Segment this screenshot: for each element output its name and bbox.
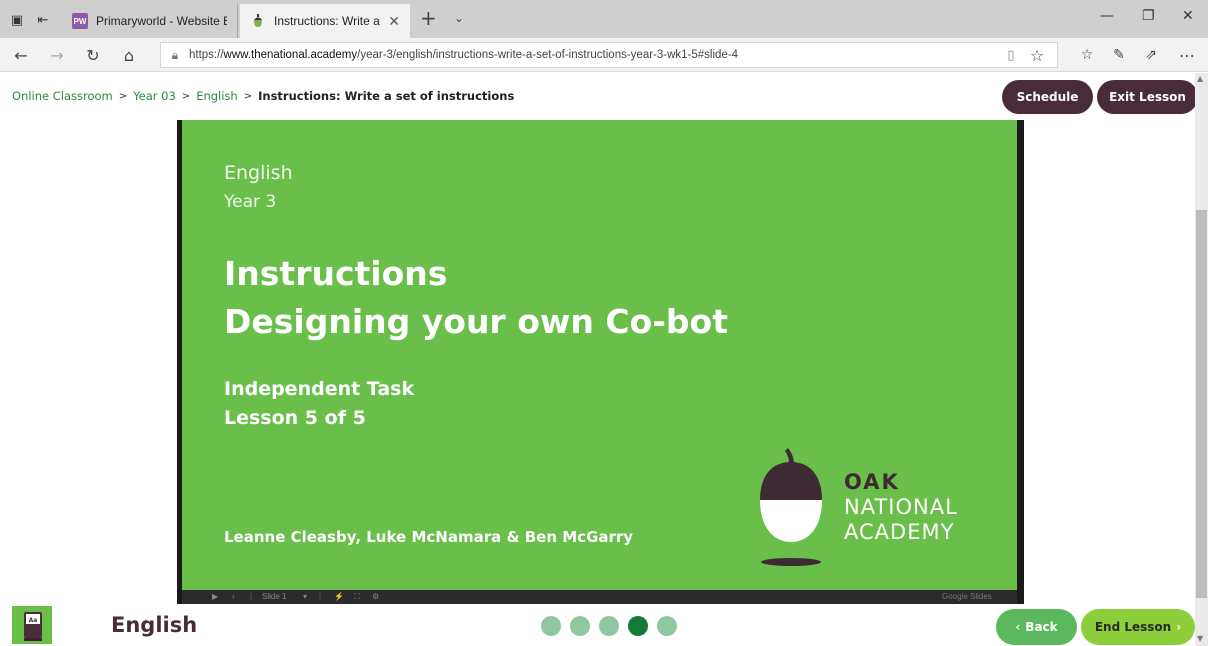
breadcrumb-chevron-icon: > (118, 90, 128, 102)
logo-line-academy: ACADEMY (844, 520, 955, 544)
slide-year: Year 3 (224, 192, 277, 212)
breadcrumb-chevron-icon: > (243, 90, 253, 102)
schedule-button[interactable]: Schedule (1002, 80, 1093, 114)
slide-select[interactable]: Slide 1 (262, 592, 286, 601)
lesson-progress-dots (541, 616, 677, 636)
progress-dot-1[interactable] (541, 616, 561, 636)
breadcrumb-online-classroom[interactable]: Online Classroom (12, 89, 113, 103)
slide-title: Instructions (224, 254, 448, 293)
progress-dot-3[interactable] (599, 616, 619, 636)
chevron-left-icon: ‹ (1015, 620, 1021, 634)
slide-task: Independent Task (224, 378, 415, 400)
minimize-icon[interactable]: — (1100, 8, 1114, 24)
laser-pointer-icon[interactable]: ⚡ (334, 592, 344, 601)
progress-dot-2[interactable] (570, 616, 590, 636)
exit-lesson-button[interactable]: Exit Lesson (1097, 80, 1198, 114)
reading-view-icon[interactable]: ▯ (1000, 44, 1022, 66)
progress-dot-4-active[interactable] (628, 616, 648, 636)
back-arrow-icon[interactable]: ← (10, 44, 32, 66)
scroll-down-icon[interactable]: ▼ (1197, 634, 1203, 643)
address-bar[interactable]: 🔒︎ https://www.thenational.academy/year-… (160, 42, 1058, 68)
favorite-star-icon[interactable]: ☆ (1026, 44, 1048, 66)
settings-gear-icon[interactable]: ⚙ (372, 592, 379, 601)
breadcrumb-subject[interactable]: English (196, 89, 238, 103)
browser-navigation-bar: ← → ↻ ⌂ 🔒︎ https://www.thenational.acade… (0, 38, 1208, 72)
more-options-icon[interactable]: ⋯ (1176, 44, 1198, 66)
separator: | (319, 592, 322, 601)
share-icon[interactable]: ⇗ (1140, 44, 1162, 66)
breadcrumb: Online Classroom > Year 03 > English > I… (12, 89, 514, 103)
forward-arrow-icon[interactable]: → (46, 44, 68, 66)
new-tab-icon[interactable]: + (420, 8, 437, 28)
slide-controls-bar: ▶ › | Slide 1 ▾ | ⚡ ⛶ ⚙ Google Slides (182, 590, 1017, 604)
scrollbar-thumb[interactable] (1196, 210, 1207, 598)
favorites-list-icon[interactable]: ☆ (1076, 44, 1098, 66)
breadcrumb-year[interactable]: Year 03 (133, 89, 176, 103)
slide-viewer[interactable]: English Year 3 Instructions Designing yo… (177, 120, 1024, 604)
oak-acorn-logo-icon (760, 448, 822, 566)
oak-national-academy-logo: OAK NATIONAL ACADEMY (844, 470, 958, 545)
home-icon[interactable]: ⌂ (118, 44, 140, 66)
end-lesson-label: End Lesson (1094, 620, 1172, 634)
english-book-icon: Aa (12, 606, 52, 644)
tab-actions-icon[interactable]: ▣ (6, 9, 28, 31)
close-tab-icon[interactable]: ✕ (388, 13, 400, 30)
play-icon[interactable]: ▶ (212, 592, 218, 601)
next-slide-icon[interactable]: › (232, 592, 235, 601)
url-path: /year-3/english/instructions-write-a-set… (357, 49, 739, 61)
pen-icon[interactable]: ✎ (1108, 44, 1130, 66)
logo-line-national: NATIONAL (844, 495, 958, 519)
scroll-up-icon[interactable]: ▲ (1197, 74, 1203, 83)
browser-tab-strip: ▣ ⇤ PW Primaryworld - Website Edit Instr… (0, 0, 1208, 38)
chevron-down-icon[interactable]: ⌄ (454, 11, 464, 25)
slide-subtitle: Designing your own Co-bot (224, 302, 728, 341)
lock-icon: 🔒︎ (171, 47, 179, 62)
slide-authors: Leanne Cleasby, Luke McNamara & Ben McGa… (224, 528, 634, 546)
breadcrumb-chevron-icon: > (181, 90, 191, 102)
chevron-right-icon: › (1176, 620, 1182, 634)
fullscreen-icon[interactable]: ⛶ (354, 592, 360, 602)
close-window-icon[interactable]: ✕ (1182, 8, 1194, 24)
browser-tab-primaryworld[interactable]: PW Primaryworld - Website Edit (62, 4, 238, 38)
progress-dot-5[interactable] (657, 616, 677, 636)
acorn-favicon-icon (250, 13, 266, 29)
slide-lesson-number: Lesson 5 of 5 (224, 407, 366, 429)
slide-select-chevron-icon[interactable]: ▾ (303, 592, 307, 601)
footer-subject-title: English (111, 613, 198, 637)
breadcrumb-current: Instructions: Write a set of instruction… (258, 89, 515, 103)
google-slides-brand: Google Slides (942, 592, 992, 601)
url-host: www.thenational.academy (223, 49, 358, 61)
slide-subject: English (224, 162, 293, 184)
url-scheme: https:// (189, 49, 224, 61)
tab-title: Instructions: Write a set (274, 14, 382, 28)
primaryworld-favicon-icon: PW (72, 13, 88, 29)
browser-tab-instructions[interactable]: Instructions: Write a set ✕ (240, 4, 410, 38)
tab-title: Primaryworld - Website Edit (96, 14, 227, 28)
end-lesson-button[interactable]: End Lesson › (1081, 609, 1195, 645)
set-aside-tabs-icon[interactable]: ⇤ (32, 9, 54, 31)
logo-line-oak: OAK (844, 470, 900, 494)
back-label: Back (1025, 620, 1058, 634)
lesson-slide: English Year 3 Instructions Designing yo… (182, 120, 1017, 590)
separator: | (250, 592, 253, 601)
back-button[interactable]: ‹ Back (996, 609, 1077, 645)
svg-text:Aa: Aa (29, 617, 38, 624)
refresh-icon[interactable]: ↻ (82, 44, 104, 66)
restore-icon[interactable]: ❐ (1142, 8, 1155, 24)
